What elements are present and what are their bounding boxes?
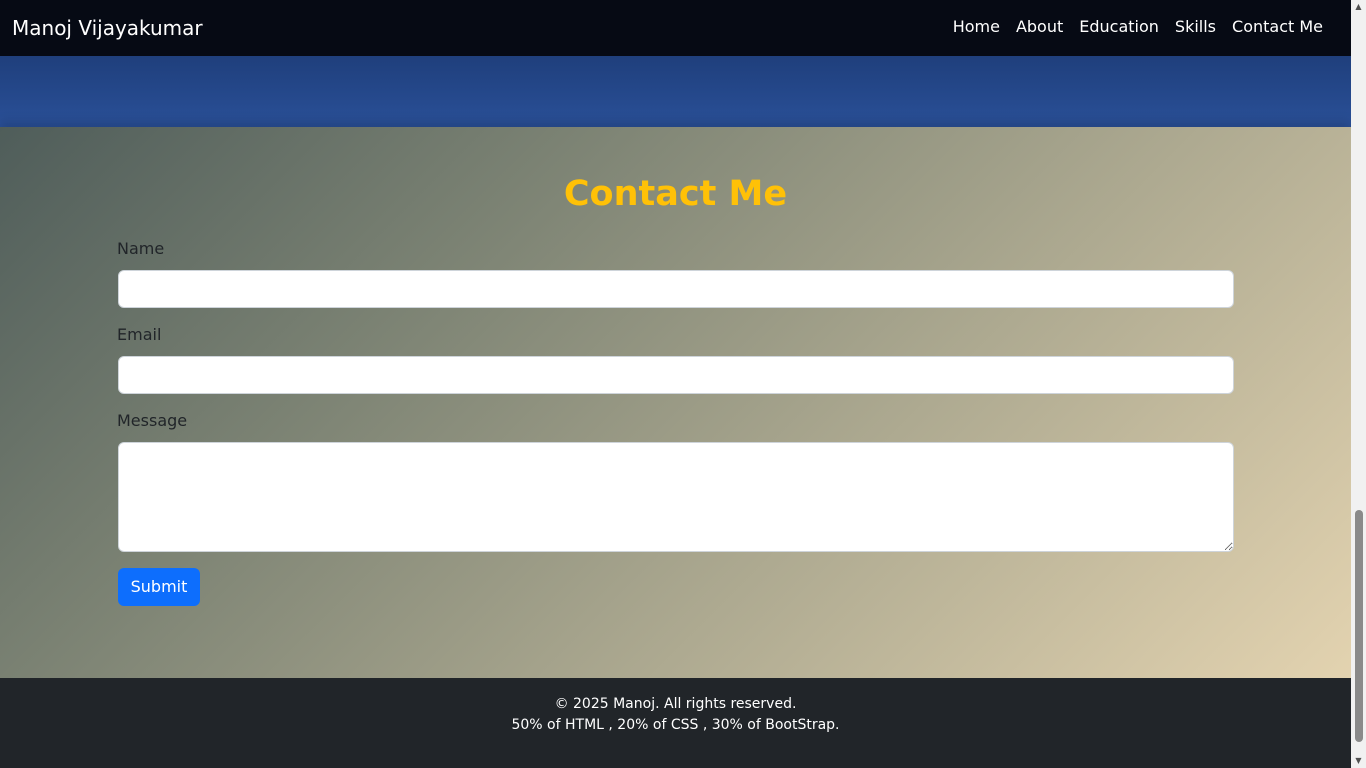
nav-link-home[interactable]: Home <box>945 16 1008 38</box>
message-textarea[interactable] <box>118 442 1234 552</box>
contact-section: Contact Me Name Email Message Submit <box>0 127 1351 678</box>
scrollbar-thumb[interactable] <box>1355 510 1363 742</box>
email-label: Email <box>117 325 162 344</box>
nav-link-about[interactable]: About <box>1008 16 1071 38</box>
nav-links: Home About Education Skills Contact Me <box>945 16 1331 38</box>
scroll-down-arrow-icon[interactable]: ▼ <box>1351 754 1366 768</box>
submit-button[interactable]: Submit <box>118 568 200 606</box>
scroll-up-arrow-icon[interactable]: ▲ <box>1351 0 1366 14</box>
brand-link[interactable]: Manoj Vijayakumar <box>12 15 203 41</box>
page: Manoj Vijayakumar Home About Education S… <box>0 0 1366 768</box>
page-scrollbar[interactable]: ▲ ▼ <box>1351 0 1366 768</box>
name-label: Name <box>117 239 165 258</box>
message-label: Message <box>117 411 188 430</box>
footer: © 2025 Manoj. All rights reserved. 50% o… <box>0 678 1351 768</box>
name-input[interactable] <box>118 270 1234 308</box>
nav-link-skills[interactable]: Skills <box>1167 16 1224 38</box>
footer-tech-note: 50% of HTML , 20% of CSS , 30% of BootSt… <box>511 717 840 733</box>
email-input[interactable] <box>118 356 1234 394</box>
nav-link-education[interactable]: Education <box>1071 16 1167 38</box>
contact-title: Contact Me <box>563 174 788 214</box>
previous-section-band <box>0 56 1351 128</box>
nav-link-contact[interactable]: Contact Me <box>1224 16 1331 38</box>
navbar: Manoj Vijayakumar Home About Education S… <box>0 0 1351 56</box>
footer-copyright: © 2025 Manoj. All rights reserved. <box>554 696 797 712</box>
